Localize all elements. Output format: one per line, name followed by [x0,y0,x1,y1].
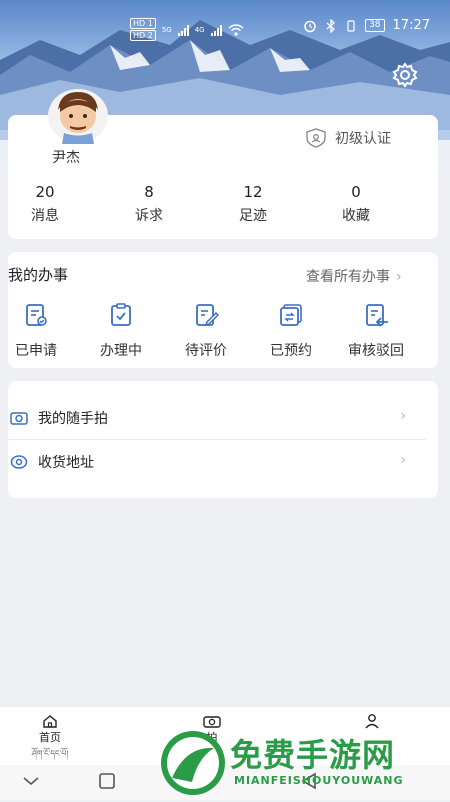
action-processing[interactable]: 办理中 [86,302,156,360]
action-label: 已预约 [270,343,312,359]
stat-label: 消息 [31,208,59,224]
stat-requests[interactable]: 8 诉求 [109,183,189,225]
list-item-shipping-address[interactable]: 收货地址 › [8,440,426,484]
action-booked[interactable]: 已预约 [256,302,326,360]
action-rejected[interactable]: 审核驳回 [341,302,411,360]
stat-footprints[interactable]: 12 足迹 [213,183,293,225]
list-item-label: 收货地址 [38,455,94,471]
action-label: 已申请 [15,343,57,359]
list-item-label: 我的随手拍 [38,411,108,427]
action-applied[interactable]: 已申请 [1,302,71,360]
signal-icon [177,24,189,36]
status-bar: HD 1 HD 2 5G 4G 38 17:27 [0,14,450,41]
section-title: 我的办事 [8,266,69,284]
clock: 17:27 [392,18,430,33]
verification-badge[interactable]: 初级认证 [305,128,391,148]
hd2-badge: HD 2 [130,30,156,41]
rejected-icon [366,304,388,327]
username: 尹杰 [52,150,80,166]
stat-value: 20 [35,183,55,201]
watermark: 免费手游网 MIANFEISHOUYOUWANG [158,728,448,798]
processing-icon [111,303,131,326]
stat-favorites[interactable]: 0 收藏 [316,183,396,225]
avatar[interactable] [46,88,110,144]
battery-indicator: 38 [365,19,385,32]
home-icon [43,715,57,728]
list-item-my-snapshots[interactable]: 我的随手拍 › [8,396,426,440]
shield-icon [306,128,326,148]
stat-value: 0 [351,183,361,201]
camera-icon [10,412,28,425]
location-icon [10,455,28,469]
vibrate-icon [347,19,355,32]
signal-icon [210,24,222,36]
stat-value: 8 [144,183,154,201]
stat-label: 诉求 [135,208,163,224]
person-icon [365,714,379,729]
stat-label: 足迹 [239,208,267,224]
stat-value: 12 [243,183,263,201]
bluetooth-icon [326,18,336,33]
action-to-review[interactable]: 待评价 [171,302,241,360]
nav-sublabel: ཤོག་ངོ་དང་པོ། [31,749,69,758]
nav-home[interactable]: 首页 ཤོག་ངོ་དང་པོ། [20,713,80,767]
applied-icon [26,304,47,326]
stat-label: 收藏 [342,208,370,224]
gear-icon[interactable] [392,62,418,88]
view-all-label: 查看所有办事 [306,269,390,285]
camera-icon [203,716,221,728]
verification-label: 初级认证 [335,131,391,147]
watermark-logo [161,731,225,795]
booked-icon [280,304,302,326]
nav-label: 首页 [39,731,61,744]
watermark-subtitle: MIANFEISHOUYOUWANG [234,774,404,787]
chevron-right-icon: › [396,269,402,285]
chevron-right-icon: › [400,452,406,468]
watermark-title: 免费手游网 [230,736,396,774]
action-label: 审核驳回 [348,343,404,359]
action-label: 待评价 [185,343,227,359]
stat-messages[interactable]: 20 消息 [5,183,85,225]
chevron-down-icon[interactable] [22,775,40,787]
wifi-icon [228,23,244,36]
chevron-right-icon: › [400,408,406,424]
to-review-icon [196,304,220,327]
hd1-badge: HD 1 [130,18,156,29]
view-all-affairs-link[interactable]: 查看所有办事 › [306,266,402,286]
network1-label: 5G [161,25,172,34]
action-label: 办理中 [100,343,142,359]
network2-label: 4G [194,25,205,34]
recents-button[interactable] [98,772,116,790]
alarm-icon [304,20,316,32]
